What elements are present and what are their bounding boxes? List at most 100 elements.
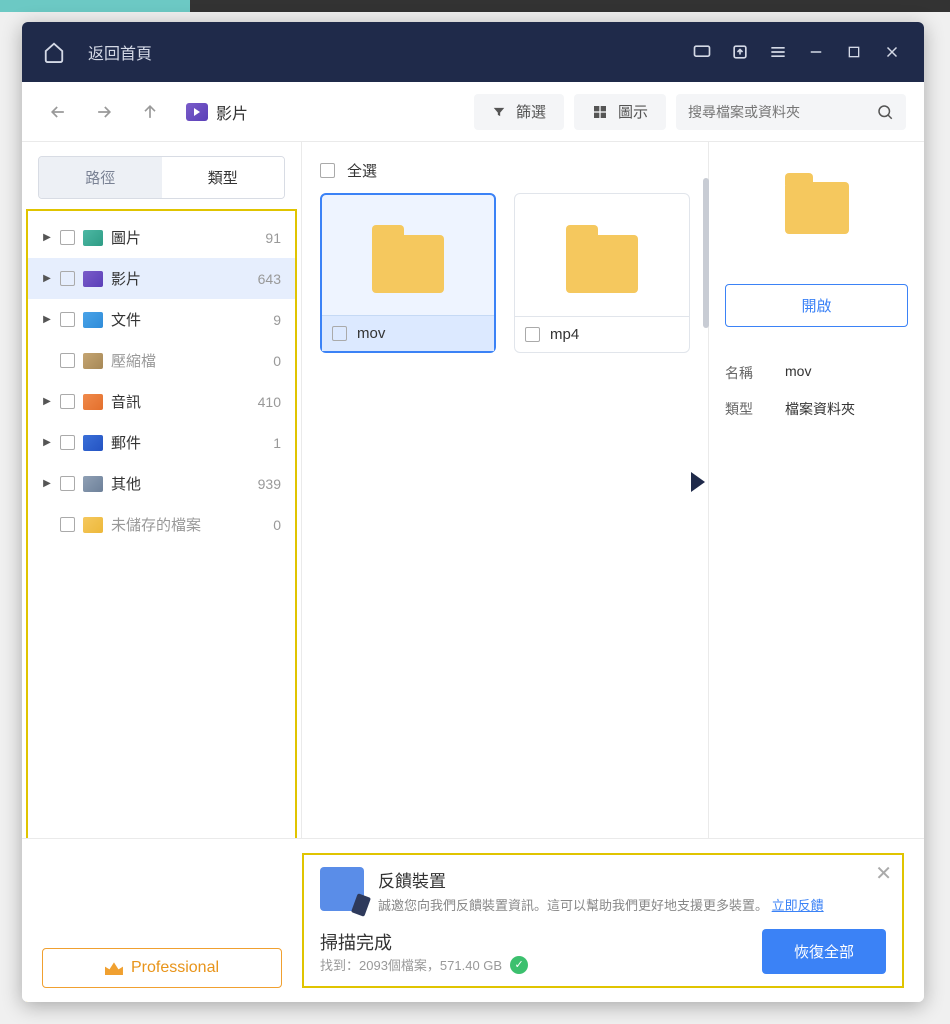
detail-type-key: 類型 [725, 399, 785, 419]
sidebar-category-7[interactable]: 未儲存的檔案 0 [28, 504, 295, 545]
home-label[interactable]: 返回首頁 [88, 40, 152, 64]
pro-label: Professional [131, 959, 219, 977]
minimize-button[interactable] [800, 36, 832, 68]
expand-arrow-icon: ▶ [42, 233, 52, 243]
category-label: 音訊 [111, 391, 250, 412]
category-count: 643 [258, 271, 281, 287]
folder-name: mov [357, 325, 385, 342]
category-checkbox[interactable] [60, 435, 75, 450]
feedback-link[interactable]: 立即反饋 [772, 898, 824, 913]
category-icon [83, 476, 103, 492]
nav-forward-button[interactable] [86, 94, 122, 130]
category-count: 410 [258, 394, 281, 410]
category-icon [83, 312, 103, 328]
detail-name-key: 名稱 [725, 363, 785, 383]
home-button[interactable] [38, 36, 70, 68]
recover-all-button[interactable]: 恢復全部 [762, 929, 886, 974]
expand-arrow-icon: ▶ [42, 479, 52, 489]
category-count: 9 [273, 312, 281, 328]
check-ok-icon: ✓ [510, 956, 528, 974]
category-count: 0 [273, 353, 281, 369]
detail-type-value: 檔案資料夾 [785, 399, 908, 419]
tab-path[interactable]: 路徑 [39, 157, 162, 198]
detail-name-value: mov [785, 363, 908, 383]
expand-arrow-icon [42, 356, 52, 366]
share-icon[interactable] [724, 36, 756, 68]
nav-back-button[interactable] [40, 94, 76, 130]
expand-arrow-icon: ▶ [42, 397, 52, 407]
category-count: 939 [258, 476, 281, 492]
category-count: 1 [273, 435, 281, 451]
select-all-label: 全選 [347, 160, 377, 181]
category-checkbox[interactable] [60, 271, 75, 286]
filter-label: 篩選 [516, 101, 546, 122]
category-label: 影片 [111, 268, 250, 289]
category-count: 91 [265, 230, 281, 246]
select-all-checkbox[interactable] [320, 163, 335, 178]
category-count: 0 [273, 517, 281, 533]
category-checkbox[interactable] [60, 517, 75, 532]
breadcrumb-text: 影片 [216, 100, 248, 124]
filter-button[interactable]: 篩選 [474, 94, 564, 130]
search-box[interactable] [676, 94, 906, 130]
category-icon [83, 435, 103, 451]
category-icon [83, 517, 103, 533]
folder-card-mp4[interactable]: mp4 [514, 193, 690, 353]
expand-arrow-icon: ▶ [42, 274, 52, 284]
view-mode-button[interactable]: 圖示 [574, 94, 666, 130]
scan-done-title: 掃描完成 [320, 929, 528, 955]
video-category-icon [186, 103, 208, 121]
detail-folder-icon [785, 182, 849, 234]
folder-name: mp4 [550, 326, 579, 343]
breadcrumb: 影片 [186, 100, 248, 124]
sidebar-category-5[interactable]: ▶ 郵件 1 [28, 422, 295, 463]
category-label: 郵件 [111, 432, 265, 453]
expand-arrow-icon [42, 520, 52, 530]
category-checkbox[interactable] [60, 353, 75, 368]
sidebar-category-3[interactable]: 壓縮檔 0 [28, 340, 295, 381]
sidebar-category-0[interactable]: ▶ 圖片 91 [28, 217, 295, 258]
folder-checkbox[interactable] [525, 327, 540, 342]
category-icon [83, 271, 103, 287]
category-icon [83, 353, 103, 369]
menu-icon[interactable] [762, 36, 794, 68]
sidebar-category-6[interactable]: ▶ 其他 939 [28, 463, 295, 504]
sidebar-category-1[interactable]: ▶ 影片 643 [28, 258, 295, 299]
sidebar-category-4[interactable]: ▶ 音訊 410 [28, 381, 295, 422]
search-input[interactable] [688, 104, 876, 120]
tab-type[interactable]: 類型 [162, 157, 285, 198]
crown-icon [105, 961, 123, 975]
category-label: 文件 [111, 309, 265, 330]
folder-icon [566, 235, 638, 293]
view-label: 圖示 [618, 101, 648, 122]
close-button[interactable] [876, 36, 908, 68]
category-label: 未儲存的檔案 [111, 514, 265, 535]
category-checkbox[interactable] [60, 476, 75, 491]
feedback-close-button[interactable]: ✕ [875, 861, 892, 886]
nav-up-button[interactable] [132, 94, 168, 130]
scrollbar-thumb[interactable] [703, 178, 709, 328]
feedback-title: 反饋裝置 [378, 867, 824, 892]
category-label: 壓縮檔 [111, 350, 265, 371]
category-icon [83, 230, 103, 246]
feedback-desc: 誠邀您向我們反饋裝置資訊。這可以幫助我們更好地支援更多裝置。 立即反饋 [378, 896, 824, 916]
feedback-icon [320, 867, 364, 911]
category-label: 其他 [111, 473, 250, 494]
folder-icon [372, 235, 444, 293]
maximize-button[interactable] [838, 36, 870, 68]
category-icon [83, 394, 103, 410]
play-arrow-icon [691, 472, 705, 492]
folder-checkbox[interactable] [332, 326, 347, 341]
sidebar-category-2[interactable]: ▶ 文件 9 [28, 299, 295, 340]
category-checkbox[interactable] [60, 394, 75, 409]
category-checkbox[interactable] [60, 230, 75, 245]
expand-arrow-icon: ▶ [42, 315, 52, 325]
open-button[interactable]: 開啟 [725, 284, 908, 327]
professional-button[interactable]: Professional [42, 948, 282, 988]
search-icon [876, 103, 894, 121]
folder-card-mov[interactable]: mov [320, 193, 496, 353]
expand-arrow-icon: ▶ [42, 438, 52, 448]
category-checkbox[interactable] [60, 312, 75, 327]
category-label: 圖片 [111, 227, 257, 248]
message-icon[interactable] [686, 36, 718, 68]
